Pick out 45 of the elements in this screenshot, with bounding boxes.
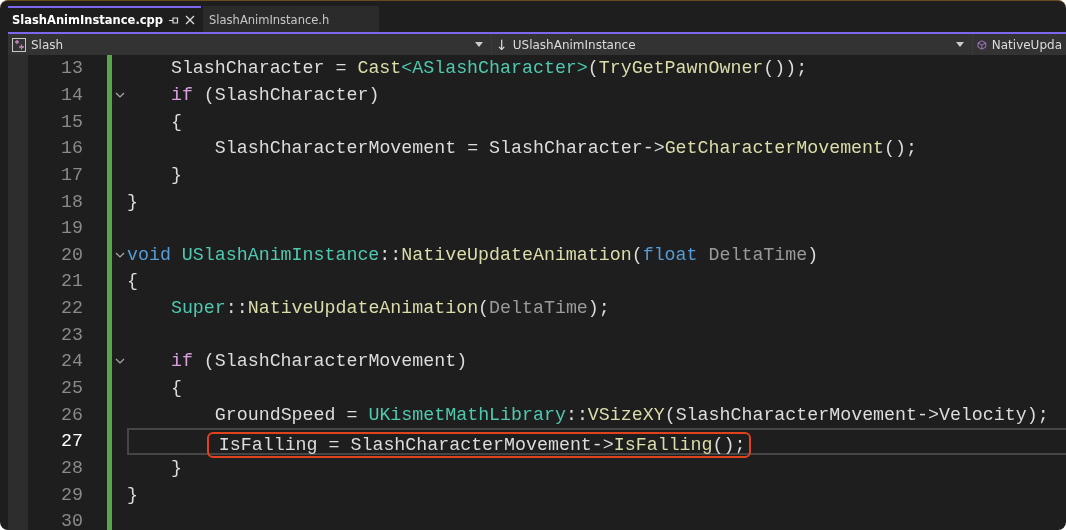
member-dropdown[interactable]: NativeUpda	[973, 34, 1066, 55]
code-line: SlashCharacter = Cast<ASlashCharacter>(TryGetPawnOwner());	[170, 58, 808, 79]
line-number: 23	[61, 324, 83, 345]
code-line: void USlashAnimInstance::NativeUpdateAnimation(float DeltaTime)	[127, 244, 819, 265]
line-number: 13	[61, 58, 83, 79]
class-dropdown[interactable]: ↓ USlashAnimInstance	[492, 34, 972, 55]
line-number: 29	[61, 484, 83, 505]
code-line: GroundSpeed = UKismetMathLibrary::VSizeXY(SlashCharacterMovement->Velocity);	[214, 404, 1049, 425]
line-number: 28	[61, 457, 83, 478]
project-dropdown[interactable]: Slash	[8, 34, 491, 55]
code-line: }	[127, 191, 138, 212]
code-line: if (SlashCharacter)	[170, 84, 380, 105]
code-line: Super::NativeUpdateAnimation(DeltaTime);	[170, 298, 610, 319]
line-number: 15	[61, 111, 83, 132]
line-number: 17	[61, 164, 83, 185]
code-line: }	[170, 457, 182, 478]
code-line: if (SlashCharacterMovement)	[170, 351, 468, 372]
code-line: }	[127, 484, 138, 505]
code-line: {	[127, 271, 138, 292]
line-number: 21	[61, 271, 83, 292]
line-number: 16	[61, 138, 83, 159]
line-number: 27	[61, 431, 83, 452]
file-tab[interactable]: SlashAnimInstance.h	[203, 6, 380, 32]
line-number: 22	[61, 298, 83, 319]
line-number: 19	[61, 218, 83, 239]
code-line: {	[170, 378, 182, 398]
caret-icon	[475, 42, 483, 47]
collapse-icon[interactable]	[114, 91, 125, 98]
line-number: 14	[61, 84, 83, 105]
line-number: 26	[61, 404, 83, 425]
line-number: 24	[61, 351, 83, 372]
collapse-icon[interactable]	[114, 251, 125, 258]
line-number: 18	[61, 191, 83, 212]
line-number: 30	[61, 511, 83, 530]
line-number: 25	[61, 378, 83, 398]
pin-icon[interactable]	[169, 15, 180, 25]
code-line: }	[170, 164, 182, 185]
cube-icon	[977, 37, 987, 52]
code-line: {	[170, 111, 182, 132]
code-line: SlashCharacterMovement = SlashCharacter->GetCharacterMovement();	[214, 138, 917, 159]
project-icon	[12, 37, 26, 52]
close-icon[interactable]	[185, 15, 196, 25]
caret-icon	[956, 42, 964, 47]
collapse-icon[interactable]	[114, 358, 125, 365]
line-number: 20	[61, 244, 83, 265]
